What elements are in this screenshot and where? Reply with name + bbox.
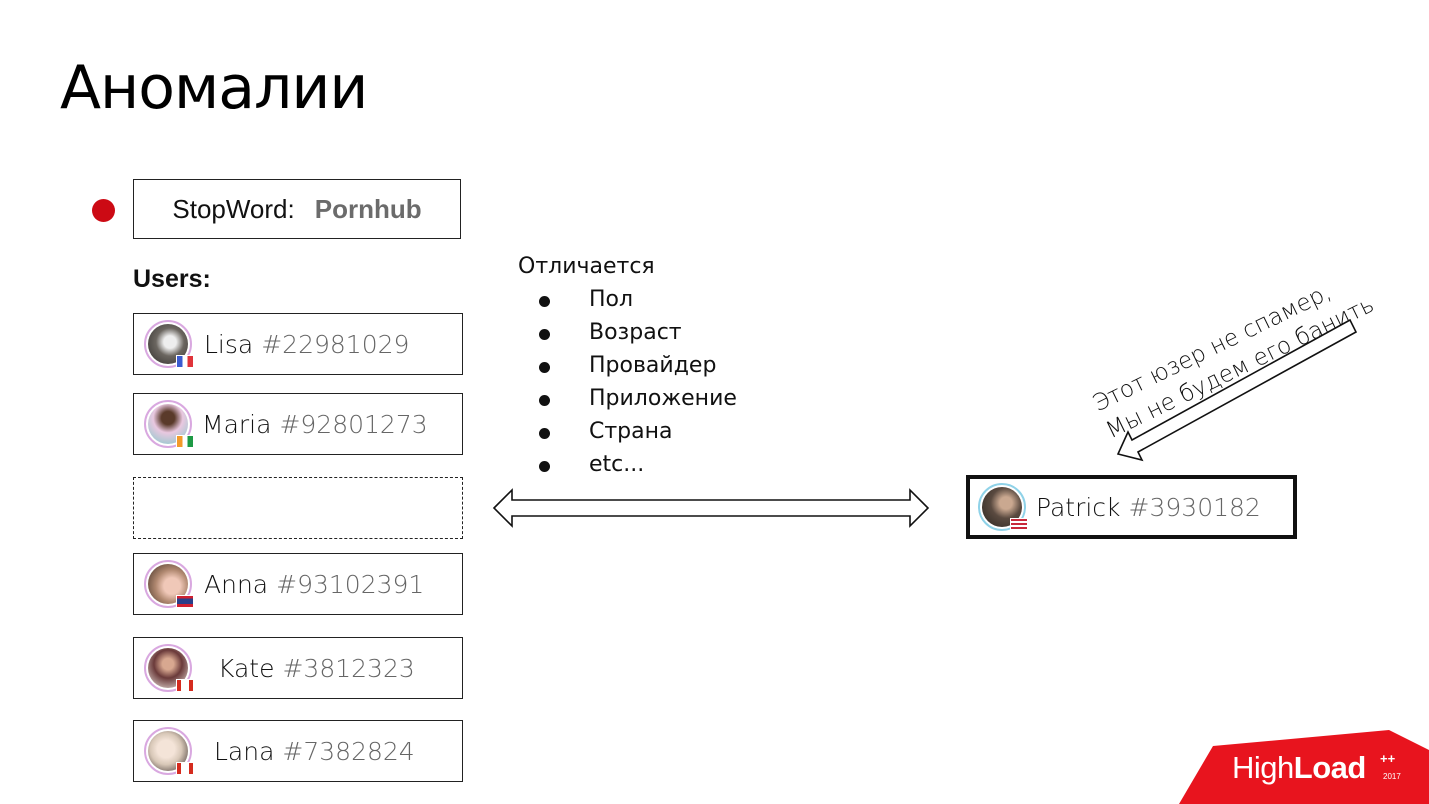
- user-name: Maria: [202, 409, 272, 439]
- avatar: [144, 644, 194, 692]
- avatar: [144, 400, 194, 448]
- user-card-lisa: Lisa #22981029: [133, 313, 463, 375]
- user-card-kate: Kate #3812323: [133, 637, 463, 699]
- france-flag-icon: [176, 355, 194, 368]
- user-id: #3930182: [1128, 492, 1261, 522]
- user-id: #3812323: [282, 653, 415, 683]
- logo-plus: ++: [1380, 751, 1396, 766]
- user-name: Kate: [218, 653, 275, 683]
- users-label: Users:: [133, 265, 211, 293]
- canada-flag-icon: [176, 762, 194, 775]
- user-card-maria: Maria #92801273: [133, 393, 463, 455]
- differences-list: Отличается Пол Возраст Провайдер Приложе…: [518, 250, 737, 481]
- user-card-lana: Lana #7382824: [133, 720, 463, 782]
- logo-year: 2017: [1383, 772, 1401, 781]
- user-name: Lisa: [204, 329, 254, 359]
- ivory-coast-flag-icon: [176, 435, 194, 448]
- stopword-box: StopWord: Pornhub: [133, 179, 461, 239]
- user-id: #92801273: [279, 409, 428, 439]
- user-id: #22981029: [261, 329, 410, 359]
- difference-item: Возраст: [518, 316, 737, 349]
- difference-item: Провайдер: [518, 349, 737, 382]
- user-id: #93102391: [276, 569, 425, 599]
- logo-high: High: [1232, 750, 1294, 785]
- canada-flag-icon: [176, 679, 194, 692]
- user-card-patrick: Patrick #3930182: [966, 475, 1297, 539]
- difference-item: Пол: [518, 283, 737, 316]
- user-name: Lana: [214, 736, 275, 766]
- differences-heading: Отличается: [518, 254, 655, 279]
- difference-item: Страна: [518, 415, 737, 448]
- stopword-value: Pornhub: [314, 193, 422, 224]
- stopword-label: StopWord:: [172, 193, 295, 224]
- user-card-empty-placeholder: [133, 477, 463, 539]
- difference-item: etc...: [518, 448, 737, 481]
- slide-title: Аномалии: [60, 53, 368, 123]
- user-card-anna: Anna #93102391: [133, 553, 463, 615]
- double-arrow-icon: [492, 488, 930, 528]
- difference-item: Приложение: [518, 382, 737, 415]
- avatar: [144, 560, 194, 608]
- usa-flag-icon: [1010, 518, 1028, 531]
- arrow-left-down-icon: [1116, 318, 1358, 462]
- laos-flag-icon: [176, 595, 194, 608]
- avatar: [144, 320, 194, 368]
- logo-load: Load: [1293, 750, 1367, 785]
- user-name: Anna: [204, 569, 269, 599]
- red-bullet-icon: [92, 199, 115, 222]
- user-name: Patrick: [1036, 492, 1121, 522]
- avatar: [978, 483, 1028, 531]
- user-id: #7382824: [282, 736, 415, 766]
- logo-text: HighLoad: [1232, 750, 1366, 786]
- avatar: [144, 727, 194, 775]
